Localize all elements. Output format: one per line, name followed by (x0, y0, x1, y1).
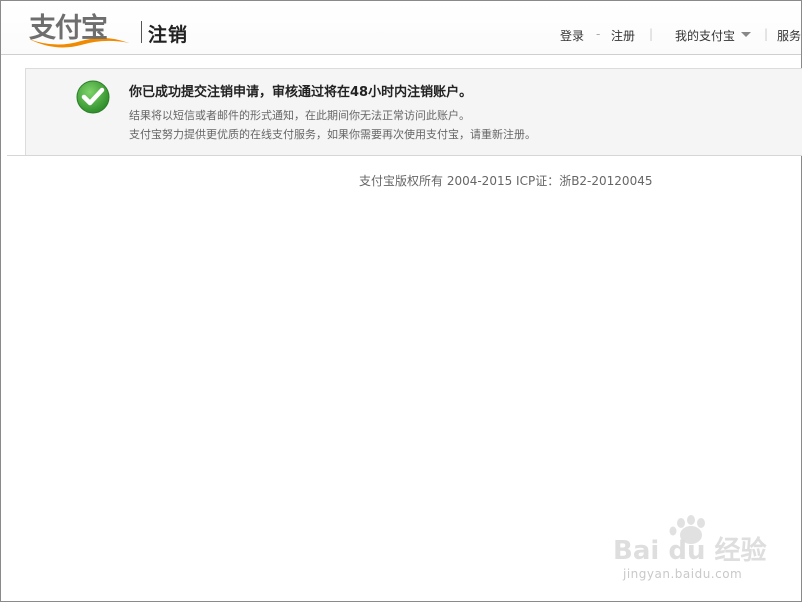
logo-divider (141, 21, 142, 43)
chevron-down-icon[interactable] (741, 32, 751, 37)
service-menu[interactable]: 服务 (777, 27, 801, 44)
watermark-brand: Bai du 经验 (613, 535, 767, 566)
my-alipay-menu[interactable]: 我的支付宝 (675, 27, 735, 44)
content-divider (7, 155, 801, 156)
page-title: 注销 (148, 24, 189, 46)
alipay-logo[interactable]: 支付宝 (25, 9, 133, 49)
nav-divider-2: | (764, 27, 769, 41)
notice-detail-2: 支付宝努力提供更优质的在线支付服务，如果你需要再次使用支付宝，请重新注册。 (129, 128, 536, 141)
success-notice: 你已成功提交注销申请，审核通过将在48小时内注销账户。 结果将以短信或者邮件的形… (25, 68, 802, 156)
header: 支付宝 注销 登录 - 注册 | 我的支付宝 | 服务 (1, 1, 801, 55)
login-link[interactable]: 登录 (560, 27, 584, 44)
footer-copyright: 支付宝版权所有 2004-2015 ICP证：浙B2-20120045 (359, 174, 653, 188)
register-link[interactable]: 注册 (611, 27, 635, 44)
success-check-icon (76, 80, 110, 114)
svg-text:支付宝: 支付宝 (29, 12, 107, 44)
nav-separator: - (596, 27, 601, 41)
notice-title: 你已成功提交注销申请，审核通过将在48小时内注销账户。 (129, 85, 473, 100)
nav-divider: | (649, 27, 654, 41)
notice-detail-1: 结果将以短信或者邮件的形式通知，在此期间你无法正常访问此账户。 (129, 109, 470, 122)
watermark-url: jingyan.baidu.com (623, 567, 743, 581)
